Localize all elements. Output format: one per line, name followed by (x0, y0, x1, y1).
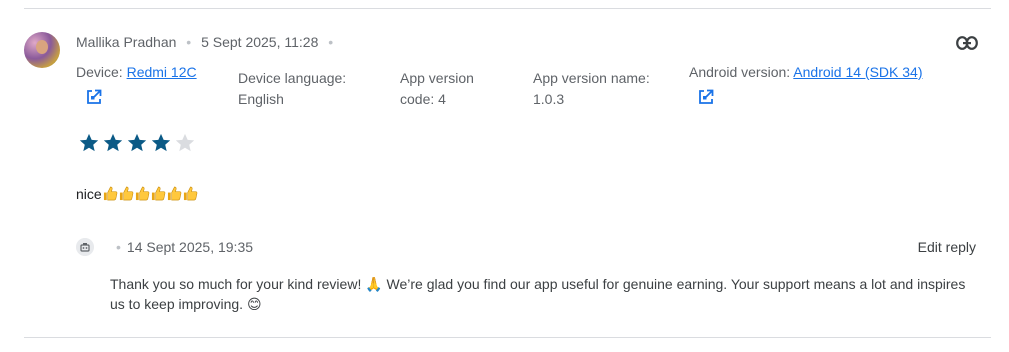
star-empty-icon (175, 133, 195, 152)
reply-date: 14 Sept 2025, 19:35 (126, 239, 254, 255)
open-in-new-icon[interactable] (698, 89, 714, 105)
author-name: Mallika Pradhan (76, 34, 177, 50)
app-version-code-label: App version (400, 70, 474, 86)
developer-avatar-icon (76, 238, 94, 256)
language-info: Device language: English (238, 68, 346, 110)
android-link[interactable]: Android 14 (SDK 34) (793, 64, 922, 80)
thumbs-up-emoji (135, 186, 150, 201)
thumbs-up-emoji (183, 186, 198, 201)
app-version-name-label: App version name: (533, 70, 650, 86)
star-filled-icon (79, 133, 99, 152)
language-value: English (238, 91, 284, 107)
separator-dot: • (328, 34, 334, 50)
top-divider (24, 8, 991, 9)
thumbs-up-emojis (102, 186, 198, 202)
star-filled-icon (103, 133, 123, 152)
avatar (24, 32, 60, 68)
review-text-row: nice (76, 186, 198, 202)
reply-text: Thank you so much for your kind review! … (110, 276, 966, 312)
edit-reply-button[interactable]: Edit reply (918, 239, 976, 255)
bottom-divider (24, 337, 991, 338)
device-label: Device: (76, 64, 123, 80)
android-label: Android version: (689, 64, 791, 80)
app-version-name-info: App version name: 1.0.3 (533, 68, 650, 110)
thumbs-up-emoji (151, 186, 166, 201)
device-info: Device: Redmi 12C (76, 62, 197, 83)
reply-header: • 14 Sept 2025, 19:35 (116, 239, 253, 255)
separator-dot: • (116, 239, 121, 255)
thumbs-up-emoji (167, 186, 182, 201)
star-filled-icon (151, 133, 171, 152)
review-date: 5 Sept 2025, 11:28 (201, 34, 319, 50)
thumbs-up-emoji (119, 186, 134, 201)
device-link[interactable]: Redmi 12C (127, 64, 197, 80)
review-text: nice (76, 186, 102, 202)
android-info: Android version: Android 14 (SDK 34) (689, 62, 922, 83)
app-version-code-value: code: 4 (400, 91, 446, 107)
open-in-new-icon[interactable] (86, 89, 102, 105)
thumbs-up-emoji (103, 186, 118, 201)
star-rating (78, 132, 196, 154)
app-version-code-info: App version code: 4 (400, 68, 474, 110)
language-label: Device language: (238, 70, 347, 86)
star-filled-icon (127, 133, 147, 152)
link-icon[interactable] (956, 36, 978, 50)
review-header: Mallika Pradhan • 5 Sept 2025, 11:28 • (76, 34, 339, 50)
app-version-name-value: 1.0.3 (533, 91, 565, 107)
separator-dot: • (186, 34, 192, 50)
